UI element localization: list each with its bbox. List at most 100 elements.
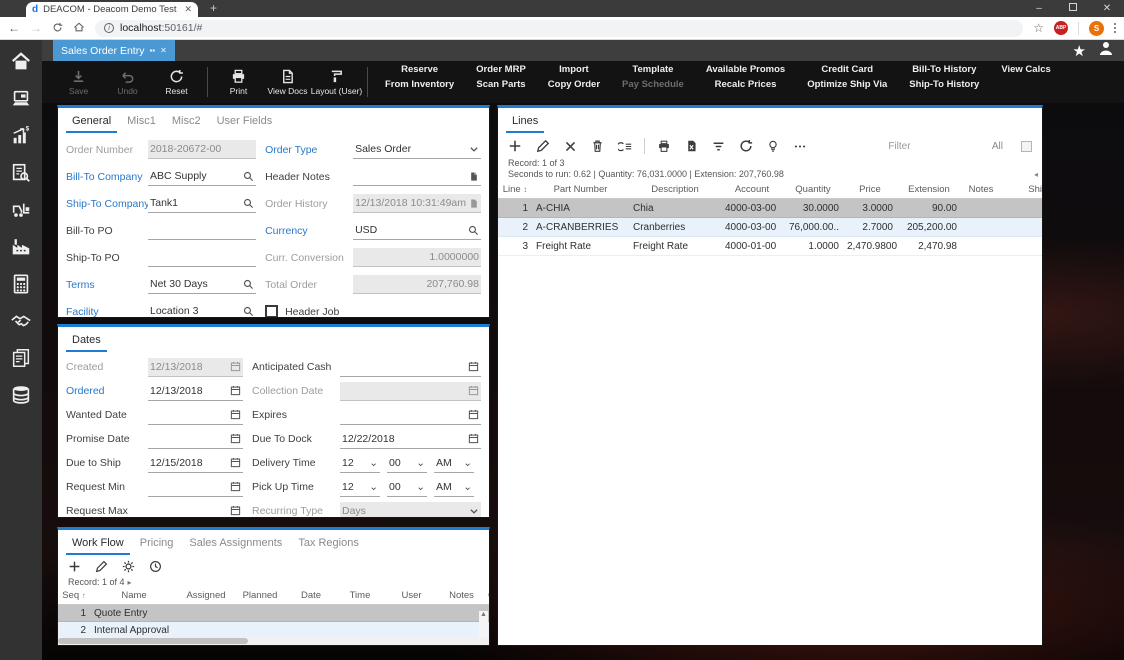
tab-sales-assignments[interactable]: Sales Assignments [183, 535, 288, 555]
promise-date-field[interactable] [148, 430, 243, 449]
bookmark-star-icon[interactable]: ☆ [1033, 22, 1044, 34]
pickup-minute-select[interactable]: 00 ⌄ [387, 478, 427, 497]
all-checkbox[interactable] [1021, 140, 1033, 152]
app-tab-close-icon[interactable]: ✕ [160, 46, 167, 55]
credit-card-optimize-button[interactable]: Credit Card Optimize Ship Via [796, 65, 898, 99]
minimize-button[interactable]: – [1022, 0, 1056, 17]
pickup-hour-select[interactable]: 12 ⌄ [340, 478, 380, 497]
trash-icon[interactable] [591, 139, 604, 153]
col-user[interactable]: User [384, 587, 439, 605]
filter-icon[interactable] [712, 140, 725, 153]
ordered-label[interactable]: Ordered [66, 385, 148, 397]
line-row-1[interactable]: 1 A-CHIA Chia 4000-03-00 30.0000 3.0000 … [498, 198, 1042, 218]
available-promos-recalc-button[interactable]: Available Promos Recalc Prices [695, 65, 796, 99]
col-assigned[interactable]: Assigned [178, 587, 234, 605]
col-name[interactable]: Name [90, 587, 178, 605]
col-notes[interactable]: Notes [439, 587, 484, 605]
expires-field[interactable] [340, 406, 481, 425]
inventory-forklift-icon[interactable] [9, 198, 33, 222]
delivery-hour-select[interactable]: 12 ⌄ [340, 454, 380, 473]
facility-label[interactable]: Facility [66, 306, 148, 318]
due-to-ship-field[interactable]: 12/15/2018 [148, 454, 243, 473]
more-options-icon[interactable] [793, 140, 807, 153]
order-type-select[interactable]: Sales Order [353, 140, 481, 159]
import-copy-order-button[interactable]: Import Copy Order [537, 65, 611, 99]
crm-handshake-icon[interactable] [9, 309, 33, 333]
new-tab-button[interactable]: + [210, 1, 217, 15]
anticipated-cash-field[interactable] [340, 358, 481, 377]
order-type-label[interactable]: Order Type [265, 144, 353, 156]
save-button[interactable]: Save [54, 69, 103, 96]
accounting-calculator-icon[interactable] [9, 272, 33, 296]
documents-icon[interactable] [9, 346, 33, 370]
chrome-menu-icon[interactable] [1114, 23, 1116, 33]
col-description[interactable]: Description [629, 181, 721, 199]
due-to-dock-field[interactable]: 12/22/2018 [340, 430, 481, 449]
production-factory-icon[interactable] [9, 235, 33, 259]
col-date[interactable]: Date [286, 587, 336, 605]
template-pay-schedule-button[interactable]: Template Pay Schedule [611, 65, 695, 99]
wanted-date-field[interactable] [148, 406, 243, 425]
history-clock-icon[interactable] [149, 560, 162, 573]
col-quantity[interactable]: Quantity [783, 181, 843, 199]
delivery-meridiem-select[interactable]: AM ⌄ [434, 454, 474, 473]
scroll-left-icon[interactable]: ◂ [1034, 170, 1038, 179]
order-mrp-scan-parts-button[interactable]: Order MRP Scan Parts [465, 65, 537, 99]
bill-to-po-field[interactable] [148, 221, 257, 240]
layout-user-button[interactable]: Layout (User) [311, 69, 362, 96]
bill-to-ship-to-history-button[interactable]: Bill-To History Ship-To History [898, 65, 990, 99]
url-input[interactable]: i localhost:50161/# [95, 19, 1024, 37]
col-planned[interactable]: Planned [234, 587, 286, 605]
tab-dates[interactable]: Dates [66, 332, 107, 352]
app-tab-sales-order-entry[interactable]: Sales Order Entry ▪▪ ✕ [53, 40, 175, 61]
refresh-icon[interactable] [52, 22, 63, 35]
line-row-3[interactable]: 3 Freight Rate Freight Rate 4000-01-00 1… [498, 236, 1042, 256]
favorites-star-icon[interactable]: ★ [1073, 42, 1086, 60]
bill-to-company-label[interactable]: Bill-To Company [66, 171, 148, 183]
tab-general[interactable]: General [66, 113, 118, 133]
workflow-horizontal-scrollbar[interactable] [58, 637, 489, 645]
add-icon[interactable] [68, 560, 81, 573]
copy-line-icon[interactable] [618, 140, 632, 153]
request-min-field[interactable] [148, 478, 243, 497]
request-max-field[interactable] [148, 502, 243, 518]
tab-lines[interactable]: Lines [506, 113, 545, 133]
delivery-minute-select[interactable]: 00 ⌄ [387, 454, 427, 473]
filter-input[interactable]: Filter [888, 141, 910, 152]
system-database-icon[interactable] [9, 383, 33, 407]
ship-to-po-field[interactable] [148, 248, 257, 267]
back-icon[interactable]: ← [8, 22, 20, 34]
view-calcs-button[interactable]: View Calcs [990, 65, 1061, 99]
pickup-meridiem-select[interactable]: AM ⌄ [434, 478, 474, 497]
terms-field[interactable]: Net 30 Days [148, 275, 257, 294]
next-record-icon[interactable]: ▸ [128, 578, 132, 587]
workflow-row-1[interactable]: 1Quote Entry 12/13 [58, 604, 489, 622]
bill-to-company-field[interactable]: ABC Supply [148, 167, 257, 186]
lightbulb-icon[interactable] [767, 139, 779, 153]
facility-field[interactable]: Location 3 [148, 302, 256, 317]
col-created[interactable]: Created [484, 587, 489, 605]
col-notes[interactable]: Notes [961, 181, 1001, 199]
tab-user-fields[interactable]: User Fields [211, 113, 279, 133]
print-button[interactable]: Print [214, 69, 263, 96]
terms-label[interactable]: Terms [66, 279, 148, 291]
view-docs-button[interactable]: View Docs [263, 69, 312, 96]
reset-button[interactable]: Reset [152, 69, 201, 96]
close-button[interactable]: ✕ [1090, 0, 1124, 17]
delete-x-icon[interactable] [564, 140, 577, 153]
undo-button[interactable]: Undo [103, 69, 152, 96]
col-seq[interactable]: Seq ↑ [58, 587, 90, 605]
col-time[interactable]: Time [336, 587, 384, 605]
reserve-from-inventory-button[interactable]: Reserve From Inventory [374, 65, 465, 99]
tab-tax-regions[interactable]: Tax Regions [292, 535, 365, 555]
tab-misc2[interactable]: Misc2 [166, 113, 207, 133]
point-of-sale-icon[interactable] [9, 87, 33, 111]
refresh-icon[interactable] [739, 139, 753, 153]
order-lookup-icon[interactable] [9, 161, 33, 185]
edit-line-pencil-icon[interactable] [536, 139, 550, 153]
home-icon[interactable] [73, 21, 85, 35]
edit-pencil-icon[interactable] [95, 560, 108, 573]
browser-tab[interactable]: d DEACOM - Deacom Demo Test ✕ [26, 2, 198, 17]
header-notes-field[interactable] [353, 167, 481, 186]
col-price[interactable]: Price [843, 181, 897, 199]
